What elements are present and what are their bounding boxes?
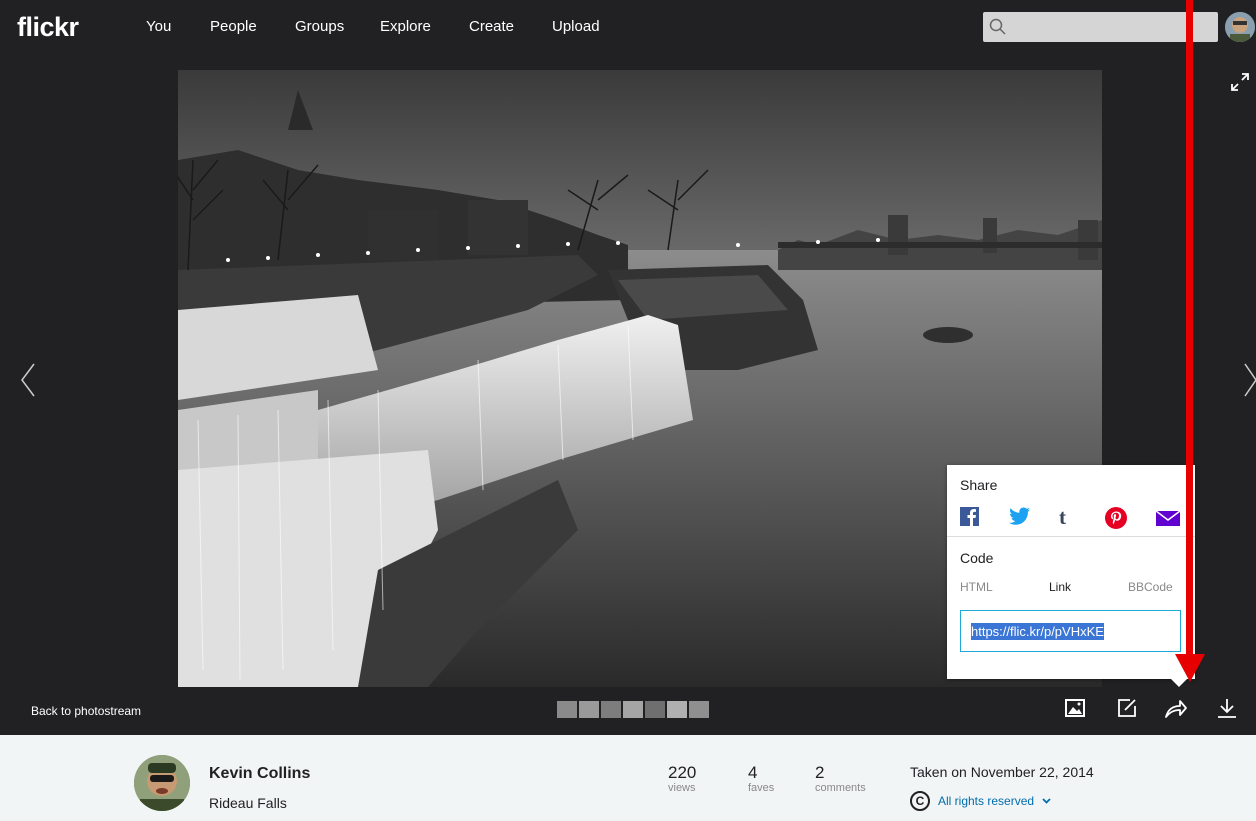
viewer-toolbar: Back to photostream	[0, 687, 1256, 735]
thumbnail[interactable]	[667, 701, 687, 718]
next-photo-icon[interactable]	[1243, 362, 1256, 398]
search-input[interactable]	[983, 12, 1218, 42]
copyright-icon: C	[910, 791, 930, 811]
nav-you[interactable]: You	[146, 18, 171, 35]
user-avatar[interactable]	[1225, 12, 1255, 42]
comments-stat[interactable]: 2 comments	[815, 763, 866, 794]
share-heading: Share	[960, 477, 998, 493]
email-icon[interactable]	[1155, 510, 1181, 531]
search-icon	[989, 18, 1006, 35]
top-navigation-bar: flickr You People Groups Explore Create …	[0, 0, 1256, 52]
faves-label: faves	[748, 782, 775, 794]
tumblr-icon[interactable]: t	[1059, 505, 1066, 530]
nav-explore[interactable]: Explore	[380, 18, 431, 35]
comments-label: comments	[815, 782, 866, 794]
edit-icon[interactable]	[1116, 697, 1138, 719]
annotation-arrow-line	[1186, 0, 1193, 656]
thumbnail[interactable]	[557, 701, 577, 718]
fullscreen-icon[interactable]	[1230, 72, 1250, 92]
tab-html[interactable]: HTML	[960, 580, 993, 594]
lightbox-icon[interactable]	[1064, 697, 1086, 719]
pinterest-icon[interactable]	[1105, 507, 1127, 534]
annotation-arrow-head	[1175, 654, 1205, 682]
photo-title: Rideau Falls	[209, 795, 287, 811]
download-icon[interactable]	[1216, 697, 1238, 719]
code-heading: Code	[960, 550, 994, 566]
owner-avatar[interactable]	[134, 755, 190, 811]
thumbnail[interactable]	[579, 701, 599, 718]
thumbnail[interactable]	[689, 701, 709, 718]
share-icon[interactable]	[1164, 697, 1188, 719]
share-popup: Share t Code HTML Link BBCode https://fl…	[947, 465, 1195, 687]
views-count: 220	[668, 763, 697, 782]
thumbnail[interactable]	[645, 701, 665, 718]
photo-info-bar: Kevin Collins Rideau Falls 220 views 4 f…	[0, 735, 1256, 821]
owner-name-link[interactable]: Kevin Collins	[209, 765, 310, 783]
share-divider	[947, 536, 1195, 537]
views-stat: 220 views	[668, 763, 696, 794]
previous-photo-icon[interactable]	[20, 362, 36, 398]
nav-groups[interactable]: Groups	[295, 18, 344, 35]
photostream-thumbnails	[557, 701, 709, 718]
thumbnail[interactable]	[623, 701, 643, 718]
taken-date: Taken on November 22, 2014	[910, 764, 1094, 780]
license-label: All rights reserved	[938, 794, 1035, 808]
facebook-icon[interactable]	[960, 507, 979, 531]
thumbnail[interactable]	[601, 701, 621, 718]
nav-upload[interactable]: Upload	[552, 18, 600, 35]
chevron-down-icon	[1042, 798, 1051, 804]
faves-stat[interactable]: 4 faves	[748, 763, 774, 794]
back-to-photostream-link[interactable]: Back to photostream	[31, 704, 141, 718]
share-link-field[interactable]: https://flic.kr/p/pVHxKE	[960, 610, 1181, 652]
faves-count: 4	[748, 763, 758, 782]
tab-link[interactable]: Link	[1049, 580, 1071, 594]
twitter-icon[interactable]	[1009, 507, 1031, 531]
license-dropdown[interactable]: C All rights reserved	[910, 791, 1051, 811]
nav-people[interactable]: People	[210, 18, 257, 35]
nav-create[interactable]: Create	[469, 18, 514, 35]
comments-count: 2	[815, 763, 825, 782]
views-label: views	[668, 782, 696, 794]
share-link-value: https://flic.kr/p/pVHxKE	[971, 623, 1104, 640]
tab-bbcode[interactable]: BBCode	[1128, 580, 1173, 594]
flickr-logo[interactable]: flickr	[17, 12, 79, 43]
